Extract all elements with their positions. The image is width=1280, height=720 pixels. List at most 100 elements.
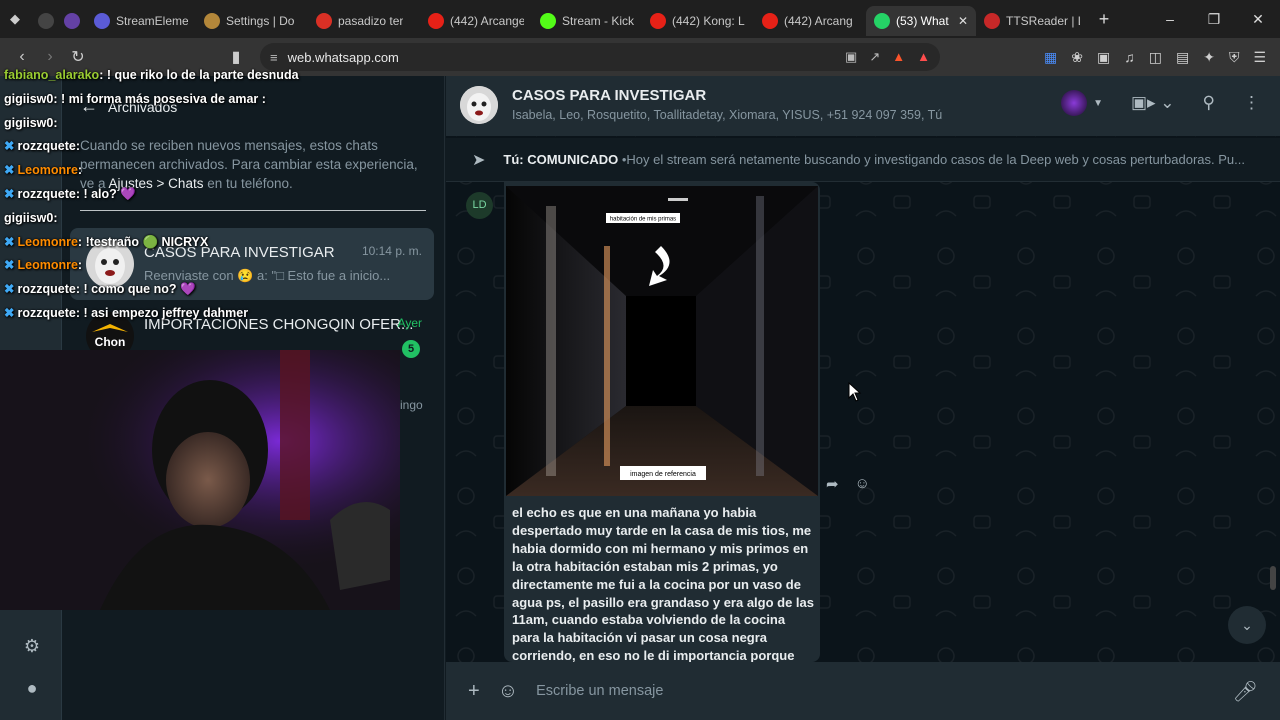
brave-shield-icon[interactable]: ▲ [892,49,905,65]
group-avatar[interactable] [460,86,498,124]
wallet-icon[interactable]: ▤ [1176,49,1189,66]
video-call-icon[interactable]: ▣▸ ⌄ [1131,93,1175,113]
sidebar-icon[interactable]: ◫ [1149,49,1162,66]
conversation-header[interactable]: CASOS PARA INVESTIGAR Isabela, Leo, Rosq… [446,76,1280,136]
browser-tab[interactable]: StreamElements [86,6,196,36]
extensions-icon[interactable]: ❀ [1071,49,1083,66]
url-text[interactable]: web.whatsapp.com [288,50,835,65]
separator: : [53,210,58,225]
browser-tab[interactable] [56,6,86,36]
browser-tab[interactable] [30,6,56,36]
stream-chat-line: ✖ Leomonre: !testraño 🟢 NICRYX [4,231,444,255]
pinned-message: Tú: COMUNICADO •Hoy el stream será netam… [503,152,1245,167]
profile-icon[interactable]: ● [21,678,43,700]
sword-badge-icon: ✖ [4,163,15,178]
stream-chat-overlay: fabiano_alarako: ! que riko lo de la par… [4,64,444,326]
install-app-icon[interactable]: ▣ [845,49,857,65]
media-icon[interactable]: ♫ [1124,49,1135,66]
restore-icon[interactable]: ❐ [1192,11,1236,28]
search-icon[interactable]: ⚲ [1203,93,1215,113]
new-tab-icon[interactable]: + [1088,9,1120,30]
browser-tab[interactable]: (442) Arcang [754,6,866,36]
message-input[interactable]: Escribe un mensaje [536,683,1215,699]
browser-tab[interactable]: Stream - Kick [532,6,642,36]
emoji-react-icon[interactable]: ☺ [855,475,870,493]
webcam-overlay [0,350,400,610]
tab-label: Stream - Kick [562,14,634,28]
menu-dots-icon[interactable]: ⋮ [1243,93,1260,113]
close-window-icon[interactable]: ✕ [1236,11,1280,28]
tab-favicon-icon [874,13,890,29]
group-name[interactable]: CASOS PARA INVESTIGAR [512,87,706,104]
site-info-icon[interactable]: ≡ [270,50,278,65]
stream-chat-message: ! que riko lo de la parte desnuda [106,68,299,82]
stream-chat-line: ✖ rozzquete: ! asi empezo jeffrey dahmer [4,302,444,326]
microphone-icon[interactable]: 🎤︎ [1233,679,1258,704]
scrollbar-thumb[interactable] [1270,566,1276,590]
stream-chat-line: ✖ rozzquete: ! alo? 💜 [4,183,444,207]
tab-favicon-icon [428,13,444,29]
tab-favicon-icon [650,13,666,29]
browser-tab[interactable]: (442) Arcange [420,6,532,36]
image-caption-bottom: imagen de referencia [630,471,696,478]
share-icon[interactable]: ↗ [869,49,880,65]
sword-badge-icon: ✖ [4,186,15,201]
window-controls: – ❐ ✕ [1148,11,1280,28]
browser-tab[interactable]: (442) Kong: L [642,6,754,36]
conversation-pane: CASOS PARA INVESTIGAR Isabela, Leo, Rosq… [446,76,1280,720]
stream-chat-message: ! alo? 💜 [83,186,136,201]
stream-chat-line: ✖ rozzquete: [4,135,444,159]
stream-chat-user: gigiisw0 [4,210,54,225]
tab-favicon-icon [204,13,220,29]
message-text: el echo es que en una mañana yo habia de… [512,505,815,662]
minimize-icon[interactable]: – [1148,11,1192,28]
chevron-down-icon[interactable]: ▼ [1093,98,1103,109]
stream-chat-line: fabiano_alarako: ! que riko lo de la par… [4,64,444,88]
stream-chat-line: ✖ Leomonre: [4,159,444,183]
pin-icon: ➤ [472,151,486,169]
unread-badge: 5 [402,340,420,358]
tab-label: (442) Kong: L [672,14,745,28]
scroll-down-button[interactable]: ⌄ [1228,606,1266,644]
tab-favicon-icon [762,13,778,29]
browser-tab[interactable]: (53) What ✕ [866,6,976,36]
translate-icon[interactable]: ▦ [1044,49,1057,66]
sender-avatar[interactable]: LD [466,192,493,219]
brave-rewards-icon[interactable]: ▲ [917,49,930,65]
forward-icon[interactable]: ➦ [826,475,839,493]
separator: : [75,139,80,154]
tab-close-icon[interactable]: ✕ [958,14,968,28]
group-profile-thumb-icon[interactable] [1061,90,1088,116]
tab-label: (53) What [896,14,949,28]
stream-chat-user: gigiisw0 [4,91,54,106]
browser-tab[interactable]: Settings | Do [196,6,308,36]
stream-chat-line: gigiisw0: ! mi forma más posesiva de ama… [4,88,444,112]
stream-chat-message: ! asi empezo jeffrey dahmer [83,305,249,320]
sticker-icon[interactable]: ☺ [498,680,518,703]
attach-plus-icon[interactable]: + [468,680,480,703]
vpn-icon[interactable]: ⛨ [1229,49,1240,66]
browser-tab-bar: ◆ StreamElements Settings | Do pasadizo te… [0,0,1280,38]
stream-chat-user: rozzquete [17,282,76,297]
tab-favicon-icon [540,13,556,29]
settings-icon[interactable]: ⚙ [21,636,43,658]
menu-icon[interactable]: ☰ [1253,49,1266,66]
separator: : [99,68,107,82]
mouse-cursor-icon [848,382,862,402]
message-image[interactable]: habitación de mis primas imagen de refer… [506,186,818,496]
stream-chat-message: ! mi forma más posesiva de amar : [60,91,266,106]
tab-label: StreamElements [116,14,188,28]
separator: : [77,163,83,178]
tab-label: pasadizo ter [338,14,404,28]
tab-search-icon[interactable]: ◆ [0,0,30,38]
separator: : [77,258,83,273]
stream-chat-user: Leomonre [17,258,78,273]
tab-label: (442) Arcang [784,14,853,28]
tab-favicon-icon [316,13,332,29]
leo-ai-icon[interactable]: ✦ [1203,49,1215,66]
screenshot-icon[interactable]: ▣ [1097,49,1110,66]
extensions-area: ▦ ❀ ▣ ♫ ◫ ▤ ✦ ⛨ ☰ [1044,49,1272,66]
pinned-message-bar[interactable]: ➤ Tú: COMUNICADO •Hoy el stream será net… [446,138,1280,182]
browser-tab[interactable]: pasadizo ter [308,6,420,36]
browser-tab[interactable]: TTSReader | L [976,6,1088,36]
